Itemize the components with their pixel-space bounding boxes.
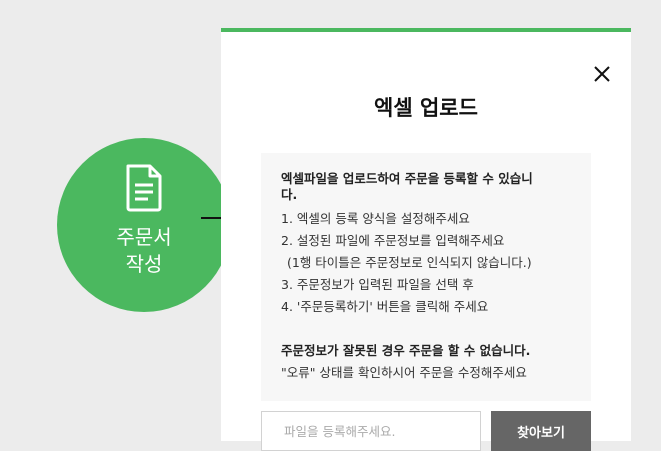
step-4: 4. '주문등록하기' 버튼을 클릭해 주세요 — [281, 299, 489, 314]
error-warning: 주문정보가 잘못된 경우 주문을 할 수 없습니다. — [281, 343, 531, 358]
step-3: 3. 주문정보가 입력된 파일을 선택 후 — [281, 277, 474, 292]
modal-title: 엑셀 업로드 — [374, 96, 478, 120]
badge-caption-line1: 주문서 — [116, 225, 172, 249]
badge-caption-line2: 작성 — [125, 252, 163, 276]
file-path-input[interactable] — [261, 411, 481, 451]
error-note: "오류" 상태를 확인하시어 주문을 수정해주세요 — [281, 365, 527, 380]
browse-button[interactable]: 찾아보기 — [491, 411, 591, 451]
instructions-heading-line1: 엑셀파일을 업로드하여 주문을 등록할 수 있습니 — [281, 171, 533, 186]
document-icon — [126, 164, 162, 212]
close-icon[interactable] — [591, 63, 613, 85]
instructions-heading-line2: 다. — [281, 187, 298, 202]
instructions-heading: 엑셀파일을 업로드하여 주문을 등록할 수 있습니 다. — [281, 171, 571, 203]
badge-caption: 주문서 작성 — [116, 224, 171, 278]
excel-upload-modal: 엑셀 업로드 엑셀파일을 업로드하여 주문을 등록할 수 있습니 다. 1. 엑… — [221, 28, 631, 451]
step-2: 2. 설정된 파일에 주문정보를 입력해주세요 — [281, 233, 505, 248]
upload-instructions: 엑셀파일을 업로드하여 주문을 등록할 수 있습니 다. 1. 엑셀의 등록 양… — [261, 153, 591, 401]
step-2-note: (1행 타이틀은 주문정보로 인식되지 않습니다.) — [287, 255, 532, 270]
instructions-steps: 1. 엑셀의 등록 양식을 설정해주세요 2. 설정된 파일에 주문정보를 입력… — [281, 208, 571, 318]
step-1: 1. 엑셀의 등록 양식을 설정해주세요 — [281, 211, 470, 226]
